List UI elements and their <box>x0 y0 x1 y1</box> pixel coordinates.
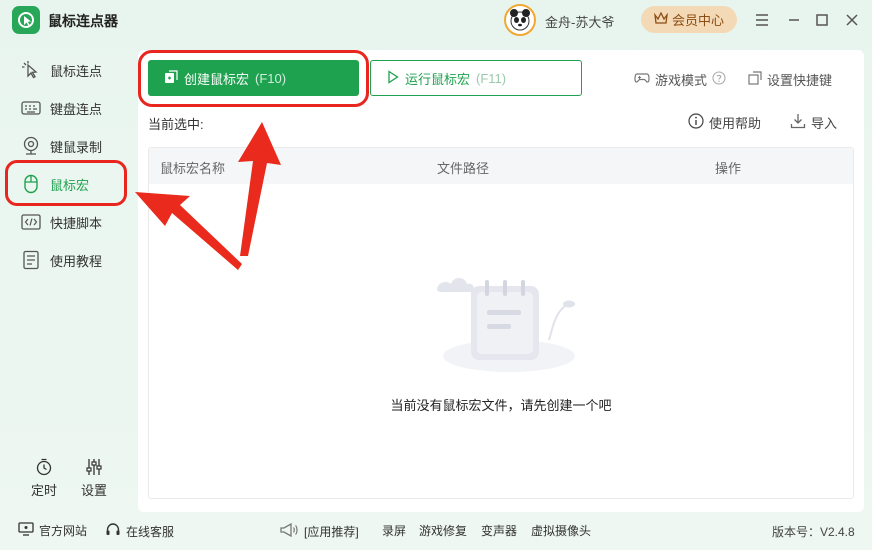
footer-link-screen-record[interactable]: 录屏 <box>382 522 406 539</box>
online-support-label: 在线客服 <box>126 525 175 539</box>
annotation-arrows <box>135 122 281 270</box>
version-label: 版本号：V2.4.8 <box>772 525 855 539</box>
monitor-icon <box>18 522 34 539</box>
app-recommend[interactable]: [应用推荐] <box>279 522 359 541</box>
megaphone-icon <box>279 522 299 541</box>
official-website-link[interactable]: 官方网站 <box>18 522 87 539</box>
red-arrow-icon <box>238 122 281 256</box>
headset-icon <box>105 522 121 541</box>
app-recommend-label: [应用推荐] <box>304 525 359 539</box>
online-support-link[interactable]: 在线客服 <box>105 522 174 541</box>
footer-link-virtual-camera[interactable]: 虚拟摄像头 <box>531 522 591 539</box>
official-website-label: 官方网站 <box>39 524 88 538</box>
footer-link-game-repair[interactable]: 游戏修复 <box>419 522 467 539</box>
red-arrow-icon <box>135 192 242 270</box>
footer-link-voice-changer[interactable]: 变声器 <box>481 522 517 539</box>
